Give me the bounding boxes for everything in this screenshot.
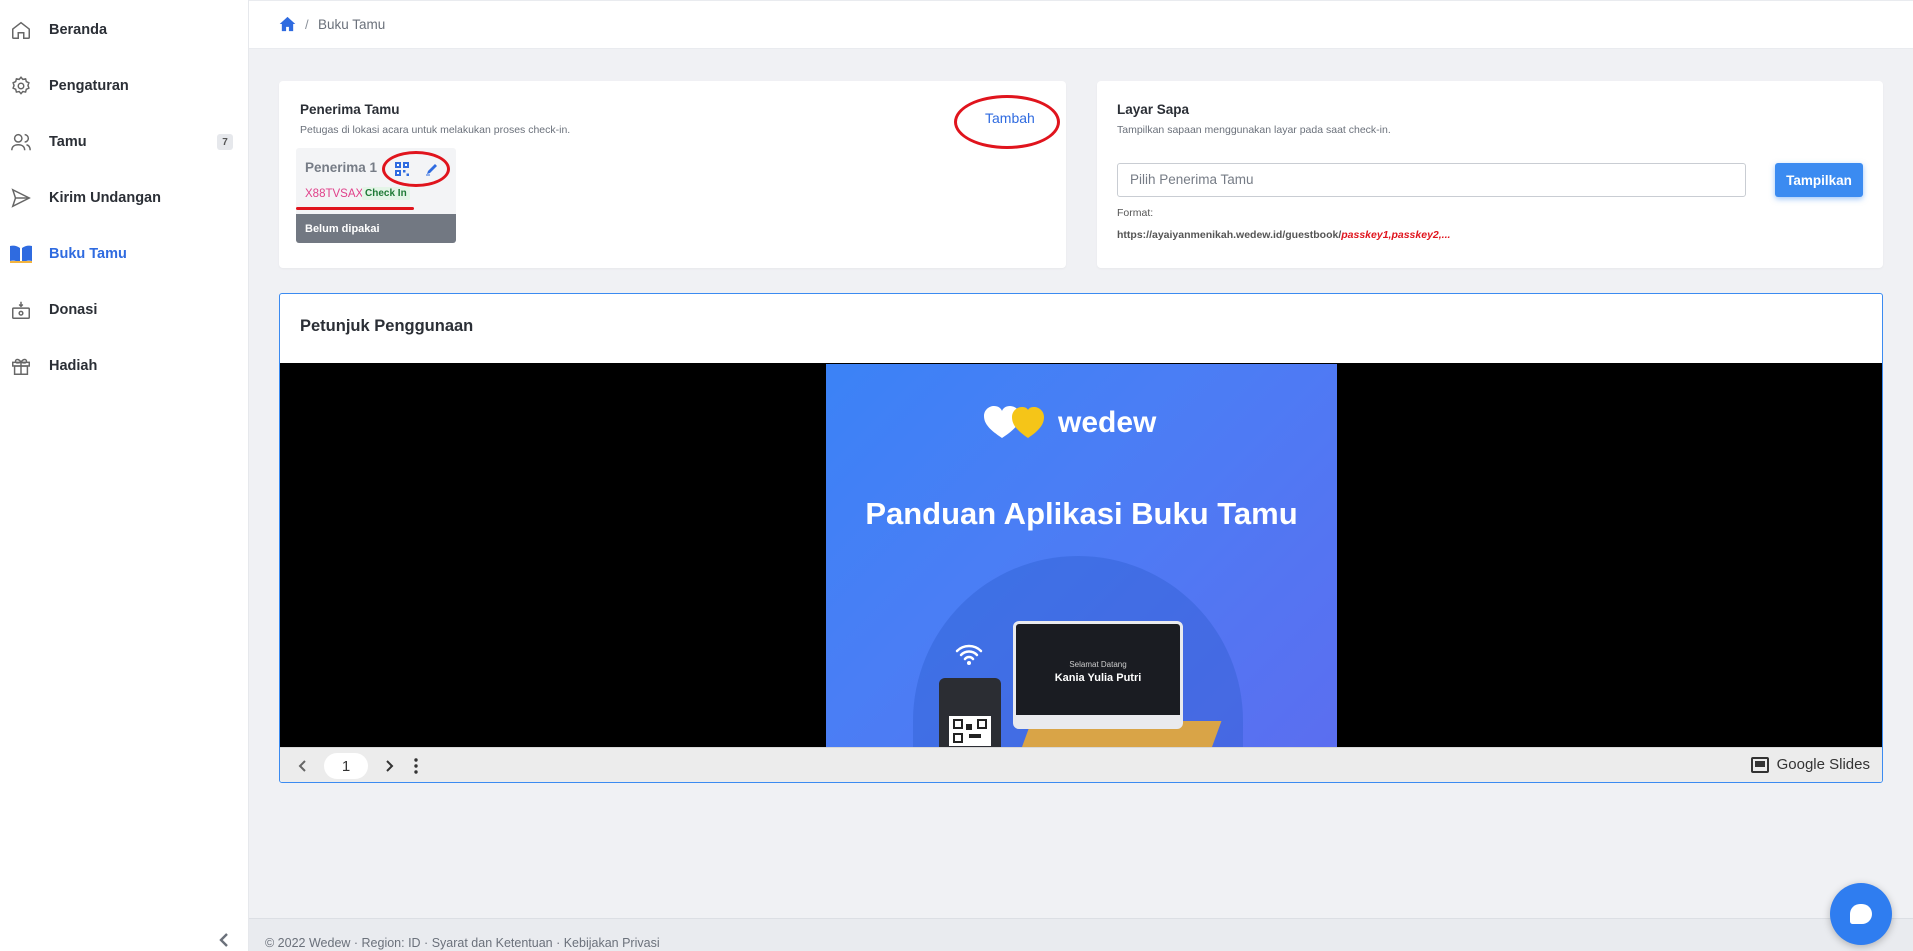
slides-toolbar: 1 Google Slides	[280, 747, 1882, 782]
show-button[interactable]: Tampilkan	[1775, 163, 1863, 197]
sidebar-item-kirim-undangan[interactable]: Kirim Undangan	[0, 178, 249, 218]
gear-icon	[9, 74, 33, 98]
breadcrumb-separator: /	[305, 17, 309, 32]
footer-text: © 2022 Wedew · Region: ID · Syarat dan K…	[265, 936, 660, 950]
sidebar-item-label: Hadiah	[49, 358, 98, 374]
chevron-left-icon	[298, 760, 306, 772]
google-slides-label: Google Slides	[1776, 756, 1870, 773]
guide-card: Petunjuk Penggunaan wedew Panduan Aplika…	[279, 293, 1883, 783]
breadcrumb-current: Buku Tamu	[318, 17, 386, 32]
more-options-button[interactable]	[407, 757, 425, 775]
format-url-base: https://ayaiyanmenikah.wedew.id/guestboo…	[1117, 229, 1342, 241]
receiver-select[interactable]: Pilih Penerima Tamu	[1117, 163, 1746, 197]
pencil-icon[interactable]	[425, 162, 439, 176]
sidebar-item-tamu[interactable]: Tamu 7	[0, 122, 249, 162]
google-slides-icon	[1750, 756, 1769, 773]
breadcrumb: / Buku Tamu	[249, 0, 1913, 49]
qr-code-icon[interactable]	[395, 162, 409, 176]
sidebar-item-label: Pengaturan	[49, 78, 129, 94]
slide-preview: wedew Panduan Aplikasi Buku Tamu Selamat…	[826, 364, 1337, 747]
card-subtitle: Petugas di lokasi acara untuk melakukan …	[300, 124, 571, 136]
footer: © 2022 Wedew · Region: ID · Syarat dan K…	[249, 918, 1913, 951]
format-url: https://ayaiyanmenikah.wedew.id/guestboo…	[1117, 229, 1450, 241]
guide-title: Petunjuk Penggunaan	[300, 317, 474, 335]
chat-bubble-icon	[1850, 904, 1872, 924]
wedew-logo: wedew	[984, 406, 1156, 440]
card-title: Layar Sapa	[1117, 102, 1190, 117]
logo-text: wedew	[1058, 406, 1157, 439]
annotation-underline	[296, 207, 414, 210]
sidebar-item-donasi[interactable]: Donasi	[0, 290, 249, 330]
receiver-name: Penerima 1	[305, 160, 378, 175]
users-icon	[9, 130, 33, 154]
status-badge: Check In	[362, 187, 410, 200]
sidebar-item-beranda[interactable]: Beranda	[0, 10, 249, 50]
google-slides-link[interactable]: Google Slides	[1750, 756, 1870, 773]
sidebar-item-label: Buku Tamu	[49, 246, 127, 262]
chevron-right-icon	[386, 760, 394, 772]
home-icon[interactable]	[279, 16, 297, 34]
book-icon	[9, 242, 33, 266]
slides-viewer[interactable]: wedew Panduan Aplikasi Buku Tamu Selamat…	[280, 363, 1882, 747]
send-icon	[9, 186, 33, 210]
phone-illustration	[939, 678, 1001, 747]
sidebar-item-label: Donasi	[49, 302, 98, 318]
donation-icon	[9, 298, 33, 322]
chat-button[interactable]	[1830, 883, 1892, 945]
receiver-card: Penerima 1 X88TVSAX Check In Belum dipak…	[296, 148, 456, 243]
next-slide-button[interactable]	[380, 757, 398, 775]
hearts-logo-icon	[984, 406, 1044, 438]
sidebar-item-label: Tamu	[49, 134, 87, 150]
add-receiver-link[interactable]: Tambah	[985, 110, 1035, 126]
qr-code-icon	[949, 716, 991, 746]
previous-slide-button[interactable]	[294, 757, 312, 775]
count-badge: 7	[217, 134, 233, 150]
card-subtitle: Tampilkan sapaan menggunakan layar pada …	[1117, 124, 1391, 136]
collapse-sidebar-button[interactable]	[214, 930, 234, 950]
receiver-status: Belum dipakai	[296, 214, 456, 243]
home-icon	[9, 18, 33, 42]
sidebar-item-buku-tamu[interactable]: Buku Tamu	[0, 234, 249, 274]
sidebar-item-label: Kirim Undangan	[49, 190, 161, 206]
receiver-passkey: X88TVSAX	[305, 188, 364, 200]
card-title: Penerima Tamu	[300, 102, 400, 117]
screen-guest-name: Kania Yulia Putri	[1054, 672, 1142, 684]
screen-greeting: Selamat Datang	[1069, 660, 1127, 669]
chevron-left-icon	[219, 933, 228, 947]
sidebar: Beranda Pengaturan Tamu 7 Kirim Undangan…	[0, 0, 249, 951]
wifi-icon	[955, 644, 983, 665]
format-label: Format:	[1117, 207, 1154, 219]
sidebar-item-label: Beranda	[49, 22, 108, 38]
sidebar-item-hadiah[interactable]: Hadiah	[0, 346, 249, 386]
more-vertical-icon	[414, 758, 418, 774]
monitor-illustration: Selamat Datang Kania Yulia Putri	[1013, 621, 1183, 729]
format-url-keys: passkey1,passkey2,...	[1341, 229, 1451, 241]
slide-number-input[interactable]: 1	[324, 753, 368, 779]
gift-icon	[9, 354, 33, 378]
sidebar-item-pengaturan[interactable]: Pengaturan	[0, 66, 249, 106]
slide-title: Panduan Aplikasi Buku Tamu	[865, 496, 1298, 531]
